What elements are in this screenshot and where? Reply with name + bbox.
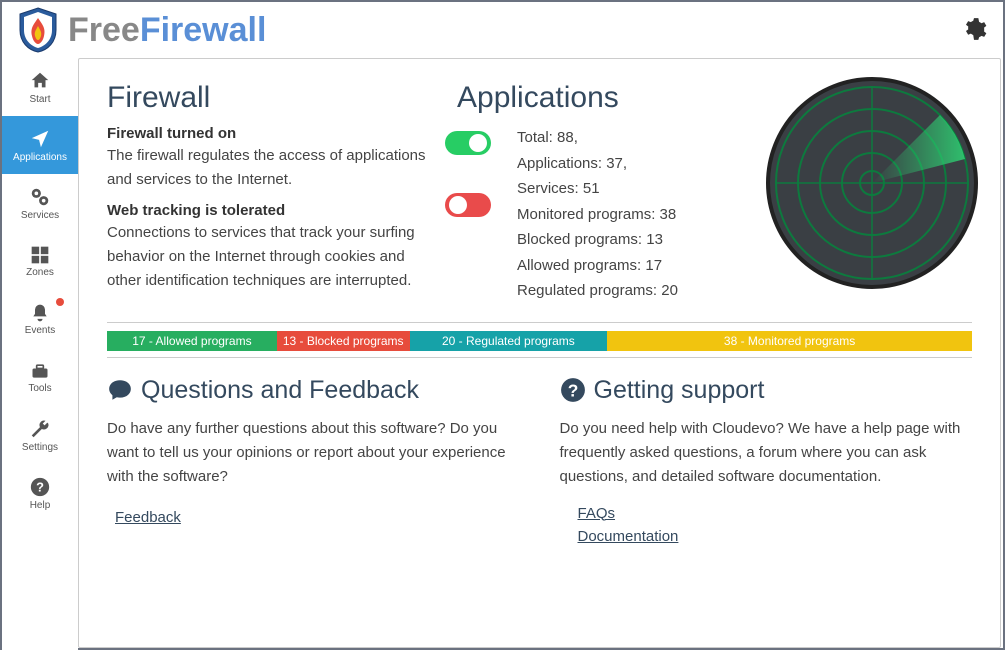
bell-icon bbox=[30, 303, 50, 323]
sidebar-item-label: Start bbox=[29, 94, 50, 105]
sidebar-item-help[interactable]: ? Help bbox=[2, 464, 78, 522]
sidebar-item-label: Applications bbox=[13, 152, 67, 163]
feedback-link[interactable]: Feedback bbox=[115, 509, 520, 526]
documentation-link[interactable]: Documentation bbox=[578, 528, 973, 545]
sidebar-item-label: Help bbox=[30, 500, 51, 511]
app-logo-icon bbox=[16, 6, 60, 54]
main-panel: Firewall Firewall turned on The firewall… bbox=[78, 58, 1001, 648]
wrench-icon bbox=[29, 418, 51, 440]
sidebar-item-label: Zones bbox=[26, 267, 54, 278]
home-icon bbox=[29, 70, 51, 92]
feedback-section: Questions and Feedback Do have any furth… bbox=[107, 376, 520, 545]
divider bbox=[107, 357, 972, 358]
feedback-body: Do have any further questions about this… bbox=[107, 417, 520, 489]
radar-icon bbox=[762, 73, 982, 293]
support-heading: Getting support bbox=[594, 376, 765, 405]
tracking-status-desc: Connections to services that track your … bbox=[107, 221, 437, 293]
firewall-status-title: Firewall turned on bbox=[107, 125, 437, 142]
status-blocked: 13 - Blocked programs bbox=[277, 331, 410, 351]
svg-text:?: ? bbox=[567, 381, 578, 401]
gear-icon bbox=[961, 16, 987, 42]
sidebar-item-applications[interactable]: Applications bbox=[2, 116, 78, 174]
sidebar-item-label: Events bbox=[25, 325, 56, 336]
grid-icon bbox=[30, 245, 50, 265]
status-monitored: 38 - Monitored programs bbox=[607, 331, 972, 351]
header: FreeFirewall bbox=[2, 2, 1003, 58]
sidebar-item-label: Services bbox=[21, 210, 59, 221]
firewall-toggle[interactable] bbox=[445, 131, 491, 155]
status-allowed: 17 - Allowed programs bbox=[107, 331, 277, 351]
sidebar-item-label: Tools bbox=[28, 383, 51, 394]
faqs-link[interactable]: FAQs bbox=[578, 505, 973, 522]
support-section: ? Getting support Do you need help with … bbox=[560, 376, 973, 545]
sidebar-item-services[interactable]: Services bbox=[2, 174, 78, 232]
sidebar-item-settings[interactable]: Settings bbox=[2, 406, 78, 464]
firewall-heading: Firewall bbox=[107, 81, 437, 115]
sidebar-item-events[interactable]: Events bbox=[2, 290, 78, 348]
settings-gear-button[interactable] bbox=[961, 16, 987, 47]
toolbox-icon bbox=[29, 361, 51, 381]
firewall-section: Firewall Firewall turned on The firewall… bbox=[107, 81, 437, 304]
question-icon: ? bbox=[29, 476, 51, 498]
radar-graphic bbox=[762, 73, 982, 298]
support-body: Do you need help with Cloudevo? We have … bbox=[560, 417, 973, 489]
sidebar-item-label: Settings bbox=[22, 442, 58, 453]
status-bar: 17 - Allowed programs 13 - Blocked progr… bbox=[107, 331, 972, 351]
notification-badge bbox=[56, 298, 64, 306]
brand-text-firewall: Firewall bbox=[140, 11, 267, 50]
sidebar-item-zones[interactable]: Zones bbox=[2, 232, 78, 290]
tracking-status-title: Web tracking is tolerated bbox=[107, 202, 437, 219]
status-regulated: 20 - Regulated programs bbox=[410, 331, 608, 351]
brand-text-free: Free bbox=[68, 11, 140, 50]
svg-text:?: ? bbox=[36, 479, 44, 494]
question-circle-icon: ? bbox=[560, 377, 586, 403]
sidebar-item-start[interactable]: Start bbox=[2, 58, 78, 116]
gears-icon bbox=[29, 186, 51, 208]
tracking-toggle[interactable] bbox=[445, 193, 491, 217]
toggle-column bbox=[445, 131, 491, 217]
arrow-icon bbox=[29, 128, 51, 150]
speech-icon bbox=[107, 377, 133, 403]
sidebar-item-tools[interactable]: Tools bbox=[2, 348, 78, 406]
firewall-status-desc: The firewall regulates the access of app… bbox=[107, 144, 437, 192]
divider bbox=[107, 322, 972, 323]
sidebar: Start Applications Services Zones Events… bbox=[2, 58, 78, 650]
feedback-heading: Questions and Feedback bbox=[141, 376, 419, 405]
